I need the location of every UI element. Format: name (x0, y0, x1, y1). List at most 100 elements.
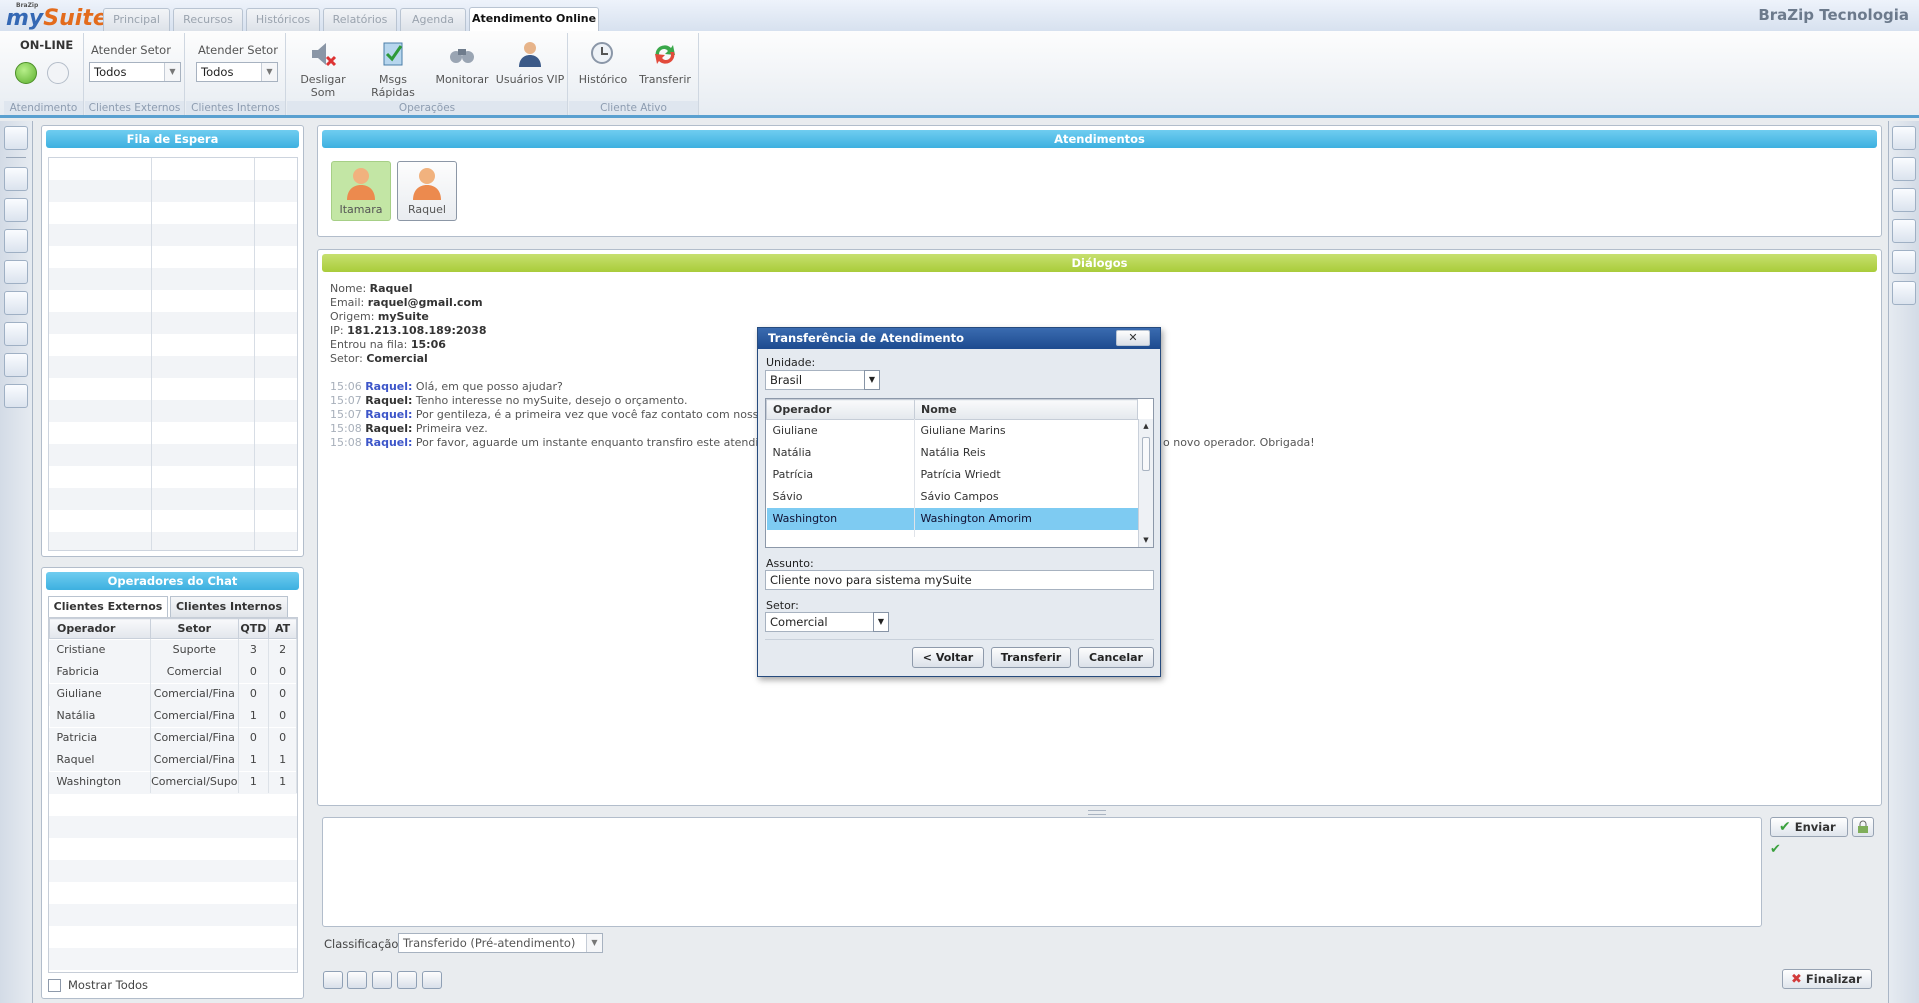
classificacao-select[interactable]: Transferido (Pré-atendimento) ▼ (398, 933, 603, 953)
operator-at: 2 (268, 638, 297, 661)
table-row[interactable]: Sávio Sávio Campos (767, 486, 1138, 508)
attach-button[interactable] (1852, 817, 1874, 837)
col-operador[interactable]: Operador (48, 618, 152, 639)
operator-at: 0 (268, 704, 297, 727)
info-value: Comercial (366, 352, 428, 365)
schedule-icon[interactable] (4, 229, 28, 253)
user-add-icon[interactable] (4, 384, 28, 408)
col-qtd[interactable]: QTD (237, 618, 270, 639)
attach-tool-icon[interactable] (422, 971, 442, 989)
message-input[interactable] (322, 817, 1762, 927)
users-group-icon[interactable] (4, 291, 28, 315)
desligar-som-button[interactable]: Desligar Som (291, 39, 355, 99)
col-at[interactable]: AT (268, 618, 297, 639)
new-chat-icon[interactable] (4, 126, 28, 150)
add-tag-icon[interactable] (1892, 219, 1916, 243)
scroll-down-icon[interactable]: ▼ (1139, 533, 1153, 547)
tag-tool-icon[interactable] (372, 971, 392, 989)
add-user-icon[interactable] (1892, 188, 1916, 212)
table-row[interactable]: Natália Comercial/Fina 1 0 (49, 704, 297, 727)
splitter-handle[interactable] (1088, 810, 1106, 815)
grid-scrollbar[interactable]: ▲ ▼ (1138, 419, 1153, 547)
message-text: Primeira vez. (412, 422, 488, 435)
scroll-thumb[interactable] (1142, 437, 1150, 471)
client-info: Nome: Raquel Email: raquel@gmail.com Orige… (330, 282, 487, 366)
queue-list[interactable] (48, 157, 298, 551)
notes-icon[interactable] (4, 167, 28, 191)
transfer-button[interactable]: Transferir (991, 647, 1071, 668)
tab-relatorios[interactable]: Relatórios (323, 8, 397, 31)
setor-select[interactable]: Comercial ▼ (765, 612, 889, 632)
operator-at: 0 (268, 726, 297, 749)
table-row[interactable]: Cristiane Suporte 3 2 (49, 638, 297, 661)
add-schedule-icon[interactable] (1892, 157, 1916, 181)
add-group-icon[interactable] (1892, 281, 1916, 305)
tab-historicos[interactable]: Históricos (246, 8, 320, 31)
message-author: Raquel: (365, 394, 413, 407)
show-all-checkbox[interactable] (48, 979, 61, 992)
finalize-button[interactable]: ✖ Finalizar (1782, 969, 1872, 989)
operators-table: Operador Setor QTD AT Cristiane Suporte 3 2… (48, 618, 297, 793)
historico-button[interactable]: Histórico (573, 39, 633, 86)
agent-card-itamara[interactable]: Itamara (331, 161, 391, 221)
tags-icon[interactable] (4, 322, 28, 346)
operator-qtd: 0 (238, 682, 270, 705)
user-settings-icon[interactable] (1892, 250, 1916, 274)
info-value: Raquel (369, 282, 413, 295)
table-row[interactable]: Patrícia Patrícia Wriedt (767, 464, 1138, 486)
table-row[interactable]: Patricia Comercial/Fina 0 0 (49, 726, 297, 749)
tab-atendimento-online[interactable]: Atendimento Online (469, 7, 599, 32)
back-button[interactable]: < Voltar (912, 647, 984, 668)
quick-messages-icon (383, 42, 403, 66)
operator-at: 1 (268, 770, 297, 793)
cancel-button[interactable]: Cancelar (1078, 647, 1154, 668)
queue-column (49, 158, 152, 550)
transferir-button[interactable]: Transferir (635, 39, 695, 86)
history-tool-icon[interactable] (347, 971, 367, 989)
tab-principal[interactable]: Principal (103, 8, 170, 31)
add-document-icon[interactable] (1892, 126, 1916, 150)
table-row[interactable]: Raquel Comercial/Fina 1 1 (49, 748, 297, 771)
user-icon[interactable] (4, 353, 28, 377)
send-button[interactable]: ✔ Enviar (1770, 817, 1848, 837)
table-row[interactable]: Natália Natália Reis (767, 442, 1138, 464)
operator-at: 0 (268, 682, 297, 705)
message-time: 15:07 (330, 394, 362, 407)
table-row[interactable]: Washington Comercial/Supo 1 1 (49, 770, 297, 793)
table-row[interactable]: Giuliane Comercial/Fina 0 0 (49, 682, 297, 705)
operator-fullname: Washington Amorim (914, 507, 1138, 530)
operator-at: 1 (268, 748, 297, 771)
assunto-input[interactable]: Cliente novo para sistema mySuite (765, 570, 1154, 590)
setor-int-select[interactable]: Todos ▼ (196, 62, 278, 82)
table-row[interactable]: Giuliane Giuliane Marins (767, 420, 1138, 442)
chevron-down-icon: ▼ (261, 63, 277, 81)
export-tool-icon[interactable] (397, 971, 417, 989)
tab-recursos[interactable]: Recursos (173, 8, 243, 31)
tab-clientes-externos[interactable]: Clientes Externos (48, 596, 168, 617)
table-row[interactable]: Washington Washington Amorim (766, 507, 1138, 530)
agent-card-raquel[interactable]: Raquel (397, 161, 457, 221)
unidade-select[interactable]: Brasil ▼ (765, 370, 880, 390)
usuarios-vip-button[interactable]: Usuários VIP (495, 39, 565, 86)
operators-title: Operadores do Chat (46, 572, 299, 590)
col-operador[interactable]: Operador (766, 399, 915, 420)
tab-clientes-internos[interactable]: Clientes Internos (170, 596, 288, 617)
table-row[interactable]: Fabricia Comercial 0 0 (49, 660, 297, 683)
msgs-rapidas-button[interactable]: Msgs Rápidas (357, 39, 429, 99)
offline-status-button[interactable] (47, 62, 69, 84)
online-status-button[interactable] (15, 62, 37, 84)
books-icon[interactable] (4, 260, 28, 284)
contacts-icon[interactable] (4, 198, 28, 222)
col-setor[interactable]: Setor (150, 618, 239, 639)
user-tool-icon[interactable] (323, 971, 343, 989)
scroll-up-icon[interactable]: ▲ (1139, 419, 1153, 433)
group-operacoes: Desligar Som Msgs Rápidas Monitorar Usuá… (287, 33, 568, 115)
chevron-down-icon: ▼ (164, 63, 180, 81)
col-nome[interactable]: Nome (914, 399, 1138, 420)
tab-agenda[interactable]: Agenda (400, 8, 466, 31)
setor-ext-select[interactable]: Todos ▼ (89, 62, 181, 82)
setor-label: Setor: (766, 599, 799, 612)
monitorar-button[interactable]: Monitorar (431, 39, 493, 86)
dialog-close-button[interactable]: ✕ (1116, 330, 1150, 346)
setor-ext-label: Atender Setor (91, 43, 171, 57)
